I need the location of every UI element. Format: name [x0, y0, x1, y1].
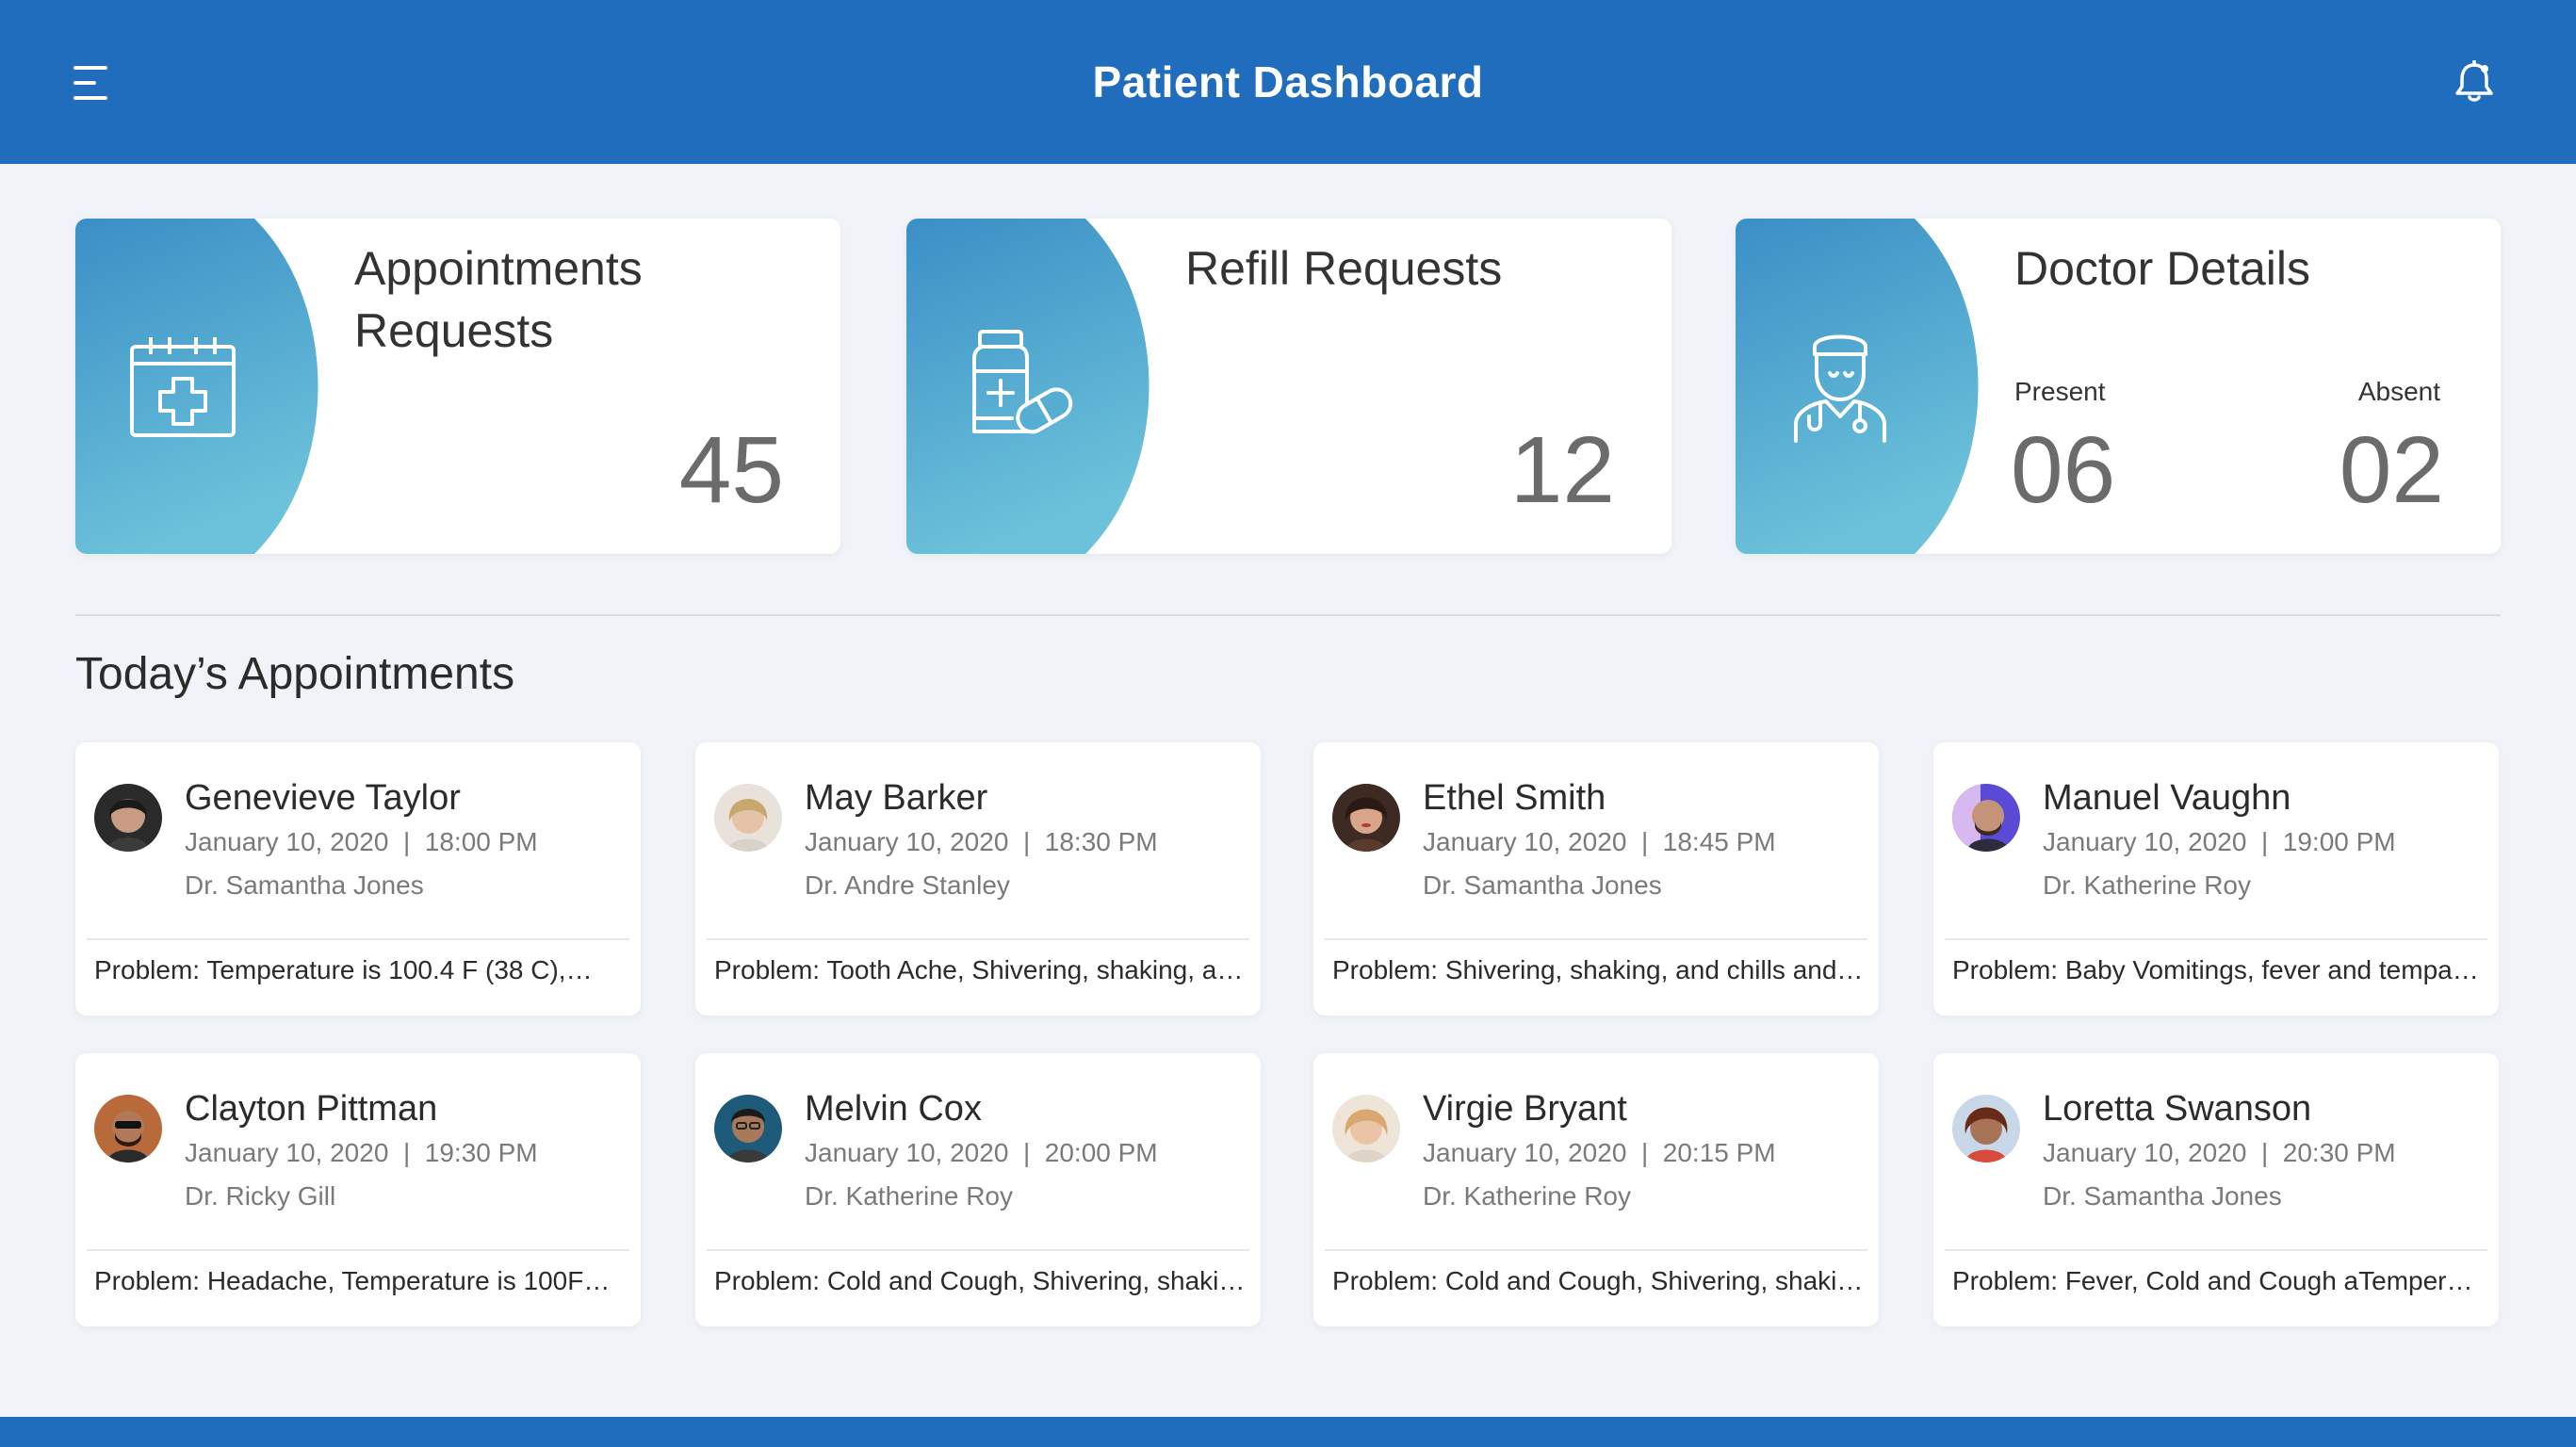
card-divider	[87, 938, 629, 940]
doctor-details-card[interactable]: Doctor Details Present 06 Absent 02	[1736, 219, 2501, 554]
problem-text: Problem: Headache, Temperature is 100F…	[94, 1266, 611, 1295]
doctor-name: Dr. Samantha Jones	[185, 870, 424, 900]
appointment-card[interactable]: Ethel Smith January 10, 2020 | 18:45 PM …	[1313, 742, 1879, 1016]
page-title: Patient Dashboard	[1092, 57, 1484, 106]
card-accent	[906, 219, 1149, 554]
patient-avatar	[714, 1095, 782, 1162]
footer-bar	[0, 1417, 2576, 1447]
problem-text: Problem: Cold and Cough, Shivering, shak…	[714, 1266, 1246, 1295]
patient-avatar	[1332, 784, 1400, 852]
appointment-datetime: January 10, 2020 | 19:30 PM	[185, 1138, 538, 1167]
appointment-datetime: January 10, 2020 | 20:15 PM	[1423, 1138, 1776, 1167]
problem-text: Problem: Baby Vomitings, fever and tempa…	[1952, 955, 2479, 984]
appointments-requests-title: Appointments Requests	[354, 242, 643, 357]
todays-appointments-heading: Today’s Appointments	[75, 649, 515, 699]
card-divider	[1945, 1249, 2487, 1251]
patient-name: Ethel Smith	[1423, 778, 1606, 818]
patient-name: May Barker	[805, 778, 988, 818]
card-divider	[1325, 938, 1867, 940]
patient-name: Virgie Bryant	[1423, 1089, 1627, 1129]
patient-avatar	[1952, 784, 2020, 852]
refill-requests-title: Refill Requests	[1185, 242, 1503, 295]
doctor-name: Dr. Katherine Roy	[805, 1181, 1013, 1211]
patient-name: Melvin Cox	[805, 1089, 982, 1129]
appointments-requests-count: 45	[678, 417, 784, 523]
present-count: 06	[2011, 417, 2116, 523]
problem-text: Problem: Tooth Ache, Shivering, shaking,…	[714, 955, 1244, 984]
problem-text: Problem: Cold and Cough, Shivering, shak…	[1332, 1266, 1864, 1295]
patient-avatar	[1952, 1095, 2020, 1162]
appointment-card[interactable]: Virgie Bryant January 10, 2020 | 20:15 P…	[1313, 1053, 1879, 1326]
card-divider	[87, 1249, 629, 1251]
appointment-datetime: January 10, 2020 | 19:00 PM	[2043, 827, 2396, 856]
appointment-datetime: January 10, 2020 | 20:30 PM	[2043, 1138, 2396, 1167]
calendar-plus-icon	[128, 330, 237, 444]
patient-name: Clayton Pittman	[185, 1089, 438, 1129]
appointment-card[interactable]: Manuel Vaughn January 10, 2020 | 19:00 P…	[1933, 742, 2499, 1016]
problem-text: Problem: Temperature is 100.4 F (38 C),…	[94, 955, 593, 984]
patient-avatar	[1332, 1095, 1400, 1162]
doctor-name: Dr. Samantha Jones	[2043, 1181, 2282, 1211]
doctor-name: Dr. Katherine Roy	[1423, 1181, 1631, 1211]
appointment-datetime: January 10, 2020 | 18:45 PM	[1423, 827, 1776, 856]
card-accent	[1736, 219, 1979, 554]
bell-icon[interactable]	[2454, 59, 2495, 104]
present-label: Present	[2014, 377, 2106, 406]
section-divider	[75, 614, 2501, 616]
appointment-card[interactable]: Melvin Cox January 10, 2020 | 20:00 PM D…	[695, 1053, 1261, 1326]
doctor-icon	[1788, 326, 1892, 447]
app-header: Patient Dashboard	[0, 0, 2576, 164]
card-divider	[707, 938, 1249, 940]
patient-name: Manuel Vaughn	[2043, 778, 2291, 818]
doctor-name: Dr. Ricky Gill	[185, 1181, 336, 1211]
doctor-name: Dr. Katherine Roy	[2043, 870, 2251, 900]
card-divider	[1945, 938, 2487, 940]
appointment-card[interactable]: Genevieve Taylor January 10, 2020 | 18:0…	[75, 742, 641, 1016]
absent-label: Absent	[2357, 377, 2440, 406]
appointment-card[interactable]: Loretta Swanson January 10, 2020 | 20:30…	[1933, 1053, 2499, 1326]
refill-requests-count: 12	[1509, 417, 1615, 523]
patient-name: Genevieve Taylor	[185, 778, 461, 818]
card-accent	[75, 219, 318, 554]
appointments-requests-card[interactable]: Appointments Requests 45	[75, 219, 840, 554]
patient-avatar	[94, 784, 162, 852]
card-divider	[707, 1249, 1249, 1251]
patient-avatar	[714, 784, 782, 852]
card-divider	[1325, 1249, 1867, 1251]
appointment-datetime: January 10, 2020 | 20:00 PM	[805, 1138, 1158, 1167]
doctor-name: Dr. Samantha Jones	[1423, 870, 1662, 900]
appointment-datetime: January 10, 2020 | 18:30 PM	[805, 827, 1158, 856]
appointment-card[interactable]: Clayton Pittman January 10, 2020 | 19:30…	[75, 1053, 641, 1326]
doctor-details-title: Doctor Details	[2014, 242, 2310, 295]
absent-count: 02	[2339, 417, 2444, 523]
appointment-datetime: January 10, 2020 | 18:00 PM	[185, 827, 538, 856]
doctor-name: Dr. Andre Stanley	[805, 870, 1010, 900]
problem-text: Problem: Fever, Cold and Cough aTemper…	[1952, 1266, 2473, 1295]
appointment-card[interactable]: May Barker January 10, 2020 | 18:30 PM D…	[695, 742, 1261, 1016]
problem-text: Problem: Shivering, shaking, and chills …	[1332, 955, 1864, 984]
patient-name: Loretta Swanson	[2043, 1089, 2312, 1129]
refill-requests-card[interactable]: Refill Requests 12	[906, 219, 1671, 554]
menu-icon[interactable]	[73, 66, 111, 100]
medicine-bottle-icon	[961, 328, 1074, 446]
patient-avatar	[94, 1095, 162, 1162]
